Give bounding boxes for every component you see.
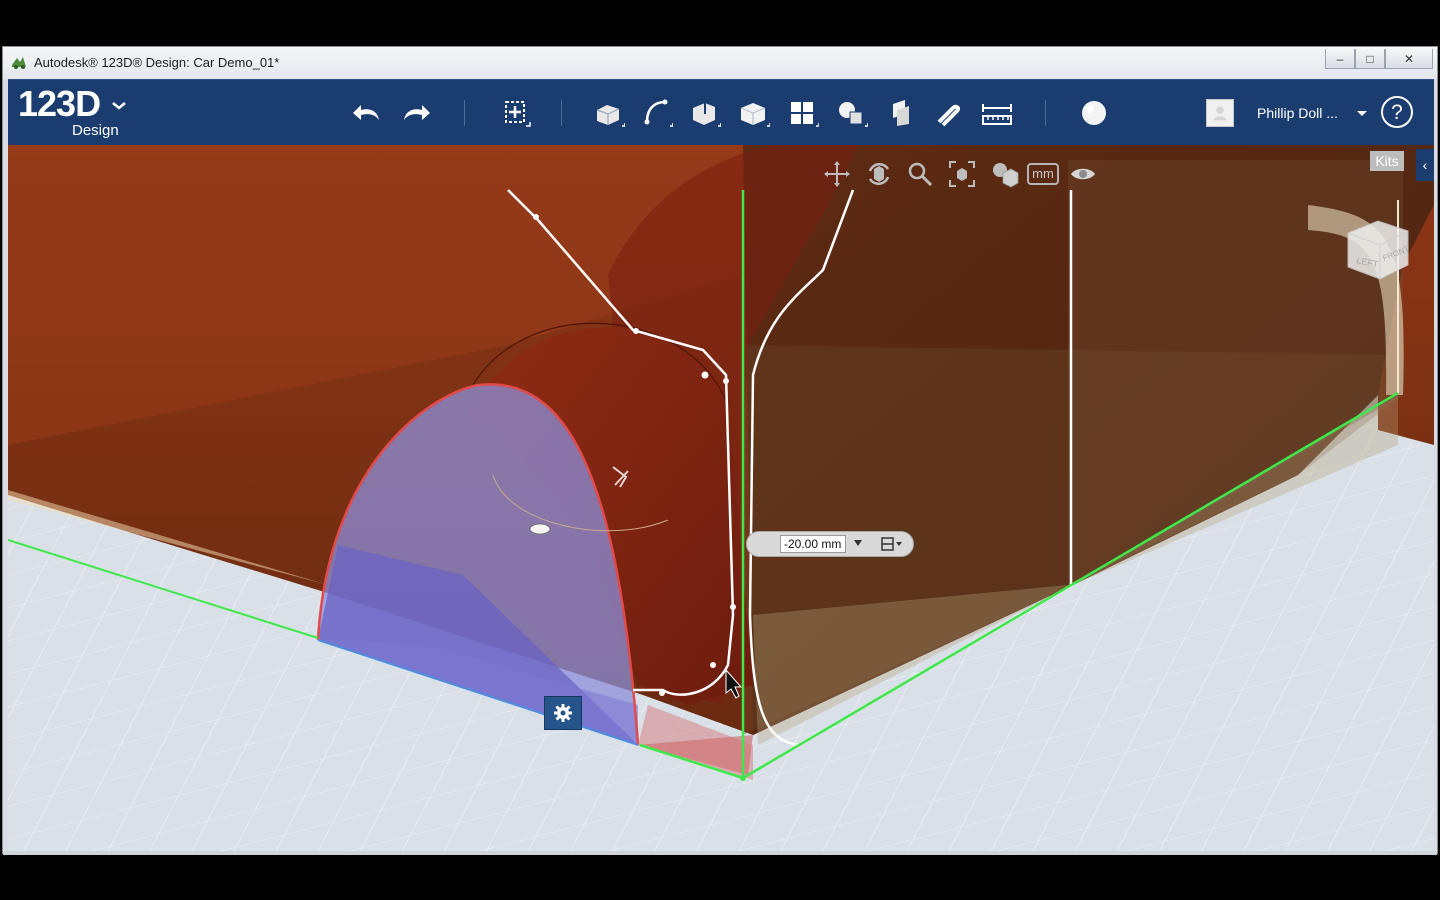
collapse-panel-button[interactable]: ‹ [1416,149,1434,181]
zoom-icon[interactable] [905,159,935,189]
viewcube[interactable]: LEFT FRONT [1338,213,1418,293]
status-strip [3,851,1437,855]
main-toolbar: 123D Design Phillip Doll ... ? [8,79,1434,146]
maximize-button[interactable]: □ [1355,49,1385,69]
gear-icon [554,704,572,722]
transform-icon[interactable] [498,96,532,130]
avatar[interactable] [1206,99,1234,127]
3d-viewport[interactable]: mm Kits ‹ LEFT FRONT -20.00 mm [8,145,1434,851]
chevron-down-icon[interactable] [1356,108,1368,118]
material-icon[interactable] [1077,96,1111,130]
view-mode-icon[interactable] [989,159,1019,189]
combine-icon[interactable] [883,96,917,130]
dimension-input: -20.00 mm [746,531,914,557]
chevron-down-icon [112,102,126,110]
snap-icon[interactable] [931,96,965,130]
user-icon [1213,106,1227,121]
logo-text: 123D [18,83,101,124]
window-title: Autodesk® 123D® Design: Car Demo_01* [34,55,280,70]
primitives-icon[interactable] [591,96,625,130]
app-menu-button[interactable]: 123D Design [18,83,126,139]
settings-button[interactable] [544,696,582,730]
logo-subtitle: Design [72,122,119,139]
undo-icon[interactable] [351,96,385,130]
redo-icon[interactable] [398,96,432,130]
app-window: Autodesk® 123D® Design: Car Demo_01* – □… [2,46,1438,855]
user-name[interactable]: Phillip Doll ... [1257,105,1338,121]
kits-tab[interactable]: Kits [1370,151,1404,171]
help-button[interactable]: ? [1381,96,1413,128]
units-button[interactable]: mm [1027,163,1059,185]
minimize-button[interactable]: – [1325,49,1355,69]
fit-icon[interactable] [947,159,977,189]
pattern-icon[interactable] [785,96,819,130]
app-icon [12,57,26,69]
window-controls: – □ ✕ [1325,49,1433,69]
title-bar: Autodesk® 123D® Design: Car Demo_01* – □… [3,47,1437,79]
group-icon[interactable] [834,96,868,130]
close-button[interactable]: ✕ [1385,49,1433,69]
toolbar-divider [1045,100,1046,126]
chevron-down-icon[interactable] [854,540,862,546]
modify-icon[interactable] [736,96,770,130]
pan-icon[interactable] [822,159,852,189]
toolbar-divider [464,100,465,126]
visibility-eye-icon[interactable] [1068,159,1098,189]
sketch-icon[interactable] [639,96,673,130]
dimension-value-field[interactable]: -20.00 mm [780,535,846,553]
toolbar-divider [561,100,562,126]
construct-icon[interactable] [687,96,721,130]
orbit-icon[interactable] [864,159,894,189]
extrude-options-icon[interactable] [878,536,904,552]
scene-canvas[interactable] [8,145,1434,851]
measure-icon[interactable] [980,96,1014,130]
